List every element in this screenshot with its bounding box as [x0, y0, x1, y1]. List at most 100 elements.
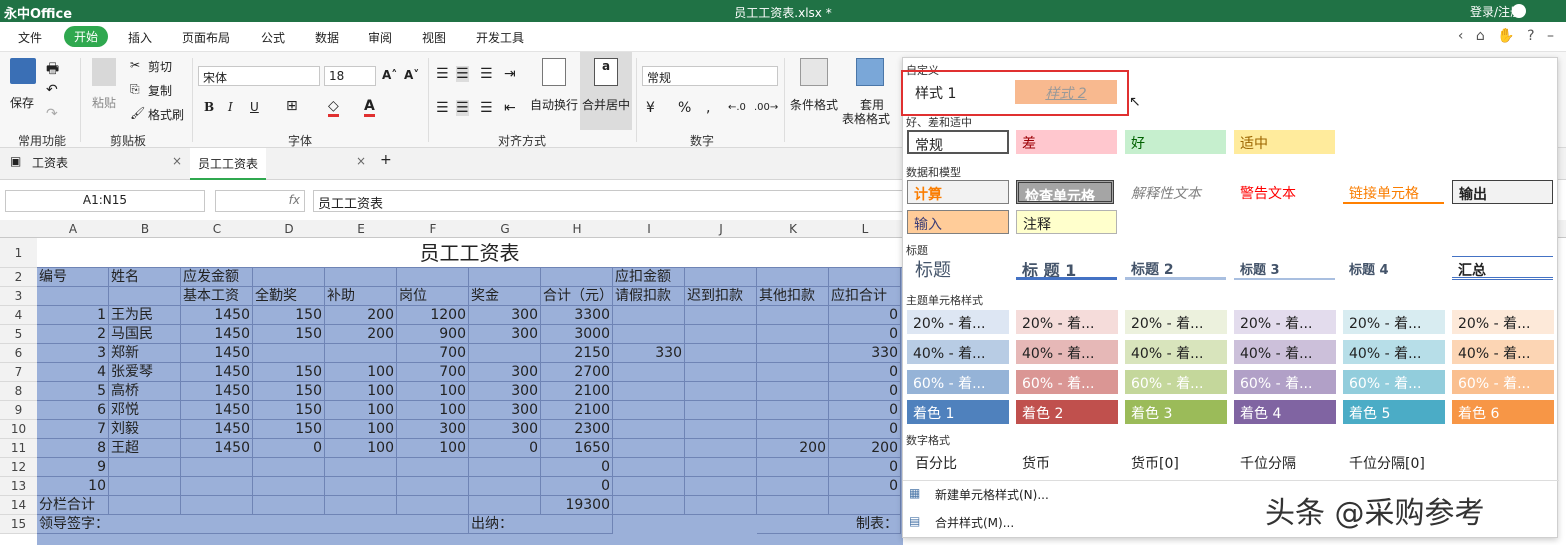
bold-button[interactable]: B: [204, 100, 214, 114]
font-color-icon[interactable]: A: [364, 98, 375, 117]
table-cell[interactable]: 0: [829, 363, 901, 382]
style-theme-20-1[interactable]: 20% - 着...: [907, 310, 1009, 334]
table-cell[interactable]: 请假扣款: [613, 287, 685, 306]
style-comma-0[interactable]: 千位分隔[0]: [1343, 450, 1444, 474]
table-cell[interactable]: [613, 382, 685, 401]
style-linked-cell[interactable]: 链接单元格: [1343, 180, 1444, 204]
table-cell[interactable]: 150: [253, 363, 325, 382]
table-cell[interactable]: [613, 420, 685, 439]
style-theme-40-1[interactable]: 40% - 着...: [907, 340, 1009, 364]
row-header-15[interactable]: 15: [0, 515, 37, 534]
font-size-select[interactable]: 18: [324, 66, 376, 86]
row-header-2[interactable]: 2: [0, 268, 37, 287]
table-cell[interactable]: [757, 420, 829, 439]
table-cell[interactable]: [469, 458, 541, 477]
table-cell[interactable]: 200: [325, 306, 397, 325]
table-cell[interactable]: 迟到扣款: [685, 287, 757, 306]
table-cell[interactable]: [757, 268, 829, 287]
align-left-icon[interactable]: ☰: [436, 100, 449, 116]
table-cell[interactable]: [685, 306, 757, 325]
table-cell[interactable]: 3: [37, 344, 109, 363]
table-cell[interactable]: [325, 344, 397, 363]
style-theme-20-6[interactable]: 20% - 着...: [1452, 310, 1554, 334]
table-cell[interactable]: [613, 477, 685, 496]
style-theme-60-5[interactable]: 60% - 着...: [1343, 370, 1445, 394]
table-cell[interactable]: 100: [325, 420, 397, 439]
table-cell[interactable]: 马国民: [109, 325, 181, 344]
table-cell[interactable]: 0: [829, 382, 901, 401]
table-cell[interactable]: 1450: [181, 306, 253, 325]
row-header-7[interactable]: 7: [0, 363, 37, 382]
table-cell[interactable]: [757, 382, 829, 401]
table-cell[interactable]: 1450: [181, 401, 253, 420]
table-cell[interactable]: 300: [469, 306, 541, 325]
style-accents-5[interactable]: 着色 5: [1343, 400, 1445, 424]
row-header-9[interactable]: 9: [0, 401, 37, 420]
column-header-B[interactable]: B: [109, 222, 181, 236]
table-cell[interactable]: 全勤奖: [253, 287, 325, 306]
table-cell[interactable]: [613, 325, 685, 344]
merge-styles-button[interactable]: 合并样式(M)...: [935, 514, 1014, 531]
percent-icon[interactable]: %: [678, 100, 691, 116]
font-name-select[interactable]: 宋体: [198, 66, 320, 86]
table-cell[interactable]: [397, 458, 469, 477]
style-accents-1[interactable]: 着色 1: [907, 400, 1009, 424]
fx-icon[interactable]: fx: [215, 190, 305, 212]
currency-icon[interactable]: ¥: [646, 100, 655, 116]
row-header-14[interactable]: 14: [0, 496, 37, 515]
table-cell[interactable]: [685, 477, 757, 496]
window-controls-icons[interactable]: ‹ ⌂ ✋ ? –: [1458, 28, 1558, 44]
column-header-H[interactable]: H: [541, 222, 613, 236]
style-accents-3[interactable]: 着色 3: [1125, 400, 1227, 424]
outdent-icon[interactable]: ⇤: [504, 100, 516, 116]
table-cell[interactable]: 0: [541, 477, 613, 496]
table-cell[interactable]: [613, 363, 685, 382]
style-normal[interactable]: 常规: [907, 130, 1009, 154]
table-cell[interactable]: 300: [469, 382, 541, 401]
row-header-8[interactable]: 8: [0, 382, 37, 401]
table-cell[interactable]: [541, 268, 613, 287]
table-format-icon[interactable]: [856, 58, 884, 86]
copy-button[interactable]: 复制: [148, 82, 172, 99]
style-explanatory[interactable]: 解释性文本: [1125, 180, 1226, 204]
table-cell[interactable]: 2100: [541, 401, 613, 420]
table-cell[interactable]: [757, 363, 829, 382]
style-theme-20-3[interactable]: 20% - 着...: [1125, 310, 1227, 334]
conditional-format-icon[interactable]: [800, 58, 828, 86]
tab-employee-salary[interactable]: 员工工资表: [190, 148, 267, 180]
style-theme-60-3[interactable]: 60% - 着...: [1125, 370, 1227, 394]
table-cell[interactable]: [397, 477, 469, 496]
style-theme-20-5[interactable]: 20% - 着...: [1343, 310, 1445, 334]
table-cell[interactable]: 330: [613, 344, 685, 363]
comma-icon[interactable]: ,: [706, 100, 710, 116]
align-top-icon[interactable]: ☰: [436, 66, 449, 82]
table-cell[interactable]: 出纳：: [469, 515, 613, 534]
print-icon[interactable]: 🖶: [46, 58, 59, 82]
menu-file[interactable]: 文件: [18, 29, 42, 46]
table-cell[interactable]: 200: [325, 325, 397, 344]
undo-icon[interactable]: ↶: [46, 82, 58, 98]
table-cell[interactable]: 张爱琴: [109, 363, 181, 382]
table-cell[interactable]: [685, 268, 757, 287]
table-cell[interactable]: 7: [37, 420, 109, 439]
column-header-C[interactable]: C: [181, 222, 253, 236]
table-cell[interactable]: 2100: [541, 382, 613, 401]
table-cell[interactable]: [253, 458, 325, 477]
table-cell[interactable]: 150: [253, 306, 325, 325]
style-theme-20-2[interactable]: 20% - 着...: [1016, 310, 1118, 334]
table-cell[interactable]: 9: [37, 458, 109, 477]
spreadsheet-grid[interactable]: 员工工资表 编号 姓名 应发金额 应扣金额 基本工资 全勤奖 补助 岗位 奖金 合计（元） 请假扣款…: [37, 238, 903, 545]
table-cell[interactable]: 0: [541, 458, 613, 477]
menu-view[interactable]: 视图: [422, 29, 446, 46]
table-cell[interactable]: 应发金额: [181, 268, 253, 287]
table-cell[interactable]: 200: [829, 439, 901, 458]
shrink-font-icon[interactable]: A˅: [404, 68, 419, 82]
table-cell[interactable]: [613, 306, 685, 325]
table-cell[interactable]: 150: [253, 325, 325, 344]
table-cell[interactable]: [109, 287, 181, 306]
style-theme-40-3[interactable]: 40% - 着...: [1125, 340, 1227, 364]
style-theme-60-1[interactable]: 60% - 着...: [907, 370, 1009, 394]
table-cell[interactable]: 王为民: [109, 306, 181, 325]
table-cell[interactable]: 5: [37, 382, 109, 401]
row-header-11[interactable]: 11: [0, 439, 37, 458]
